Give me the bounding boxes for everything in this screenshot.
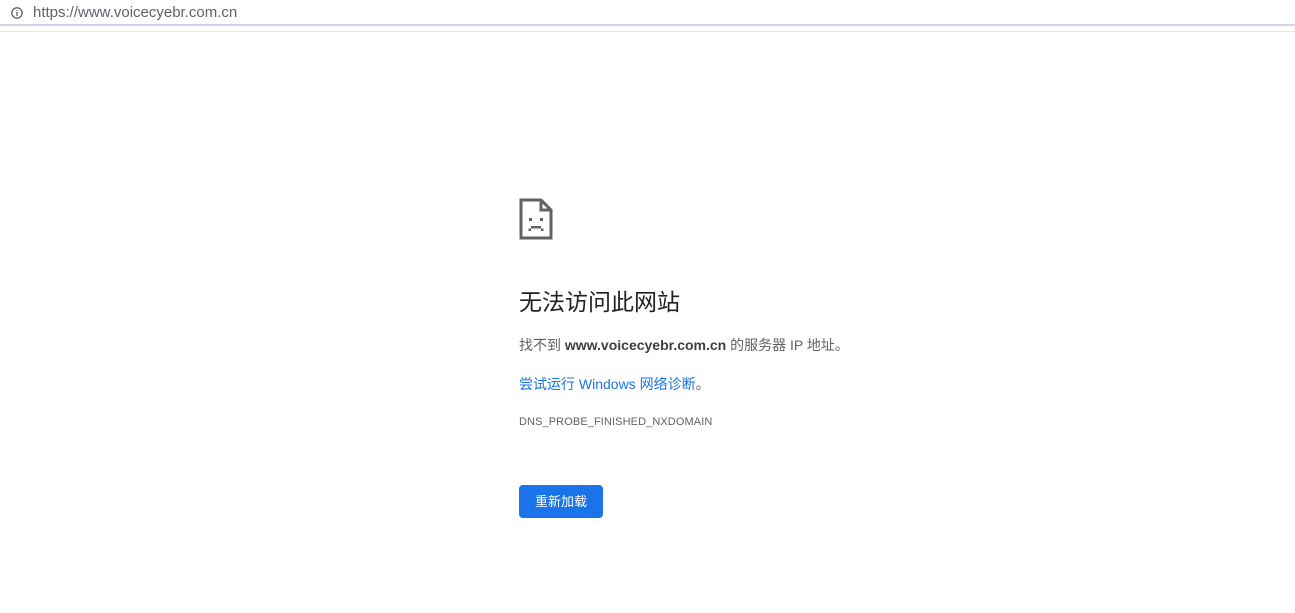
address-bar[interactable]: https://www.voicecyebr.com.cn <box>0 0 1295 26</box>
diagnostics-period: 。 <box>695 376 710 392</box>
reload-button[interactable]: 重新加载 <box>519 485 603 518</box>
error-description: 找不到 www.voicecyebr.com.cn 的服务器 IP 地址。 <box>519 335 849 355</box>
desc-prefix: 找不到 <box>519 337 565 353</box>
network-diagnostics-link[interactable]: 尝试运行 Windows 网络诊断 <box>519 376 696 392</box>
url-text[interactable]: https://www.voicecyebr.com.cn <box>33 4 237 22</box>
toolbar-divider <box>0 31 1295 32</box>
error-code: DNS_PROBE_FINISHED_NXDOMAIN <box>519 416 713 428</box>
error-heading: 无法访问此网站 <box>519 289 680 315</box>
error-domain: www.voicecyebr.com.cn <box>564 337 727 353</box>
diagnostics-line: 尝试运行 Windows 网络诊断。 <box>519 374 710 394</box>
sad-page-icon <box>519 198 553 240</box>
desc-suffix: 的服务器 IP 地址。 <box>726 337 849 353</box>
info-icon[interactable] <box>11 6 23 19</box>
